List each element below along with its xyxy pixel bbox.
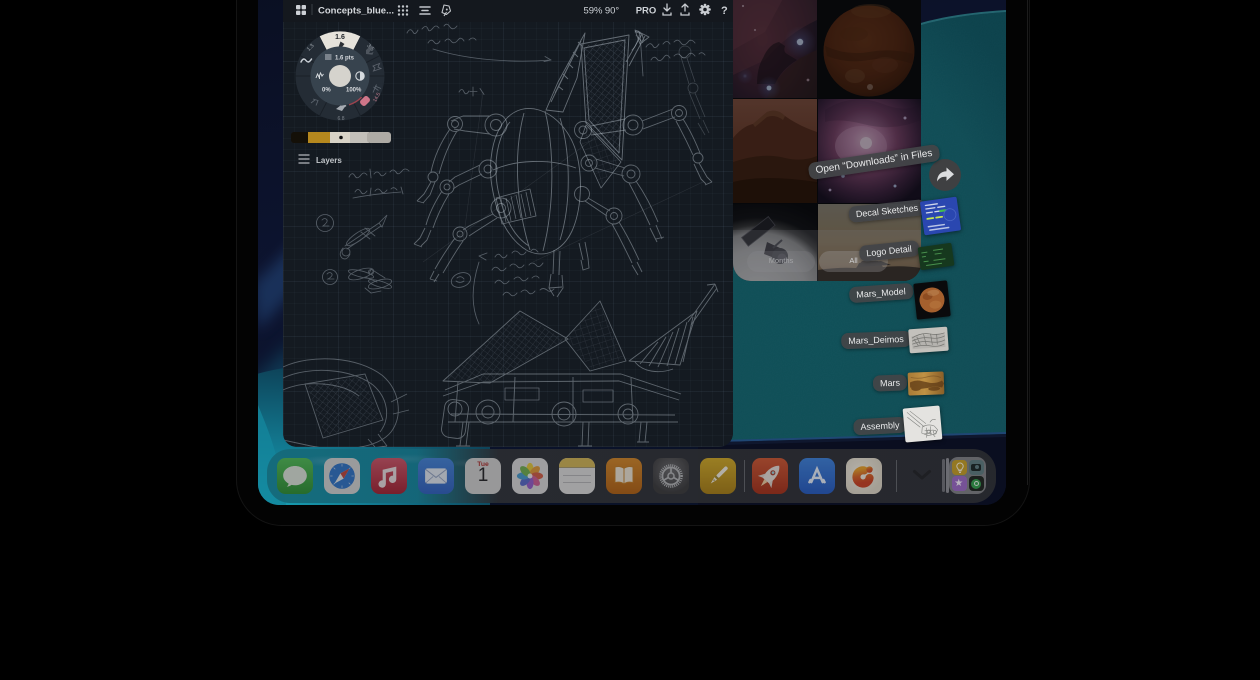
svg-text:90°: 90° [605,6,620,17]
svg-text:59%: 59% [583,6,603,17]
svg-text:Concepts_blue...: Concepts_blue... [318,6,394,17]
svg-text:100%: 100% [346,88,362,94]
svg-text:1.6: 1.6 [335,34,345,41]
svg-text:0%: 0% [322,88,331,94]
svg-text:6.8: 6.8 [338,116,345,122]
svg-text:?: ? [721,5,728,17]
svg-text:PRO: PRO [636,6,657,17]
svg-text:1.6 pts: 1.6 pts [335,56,355,62]
svg-text:Layers: Layers [316,156,342,165]
